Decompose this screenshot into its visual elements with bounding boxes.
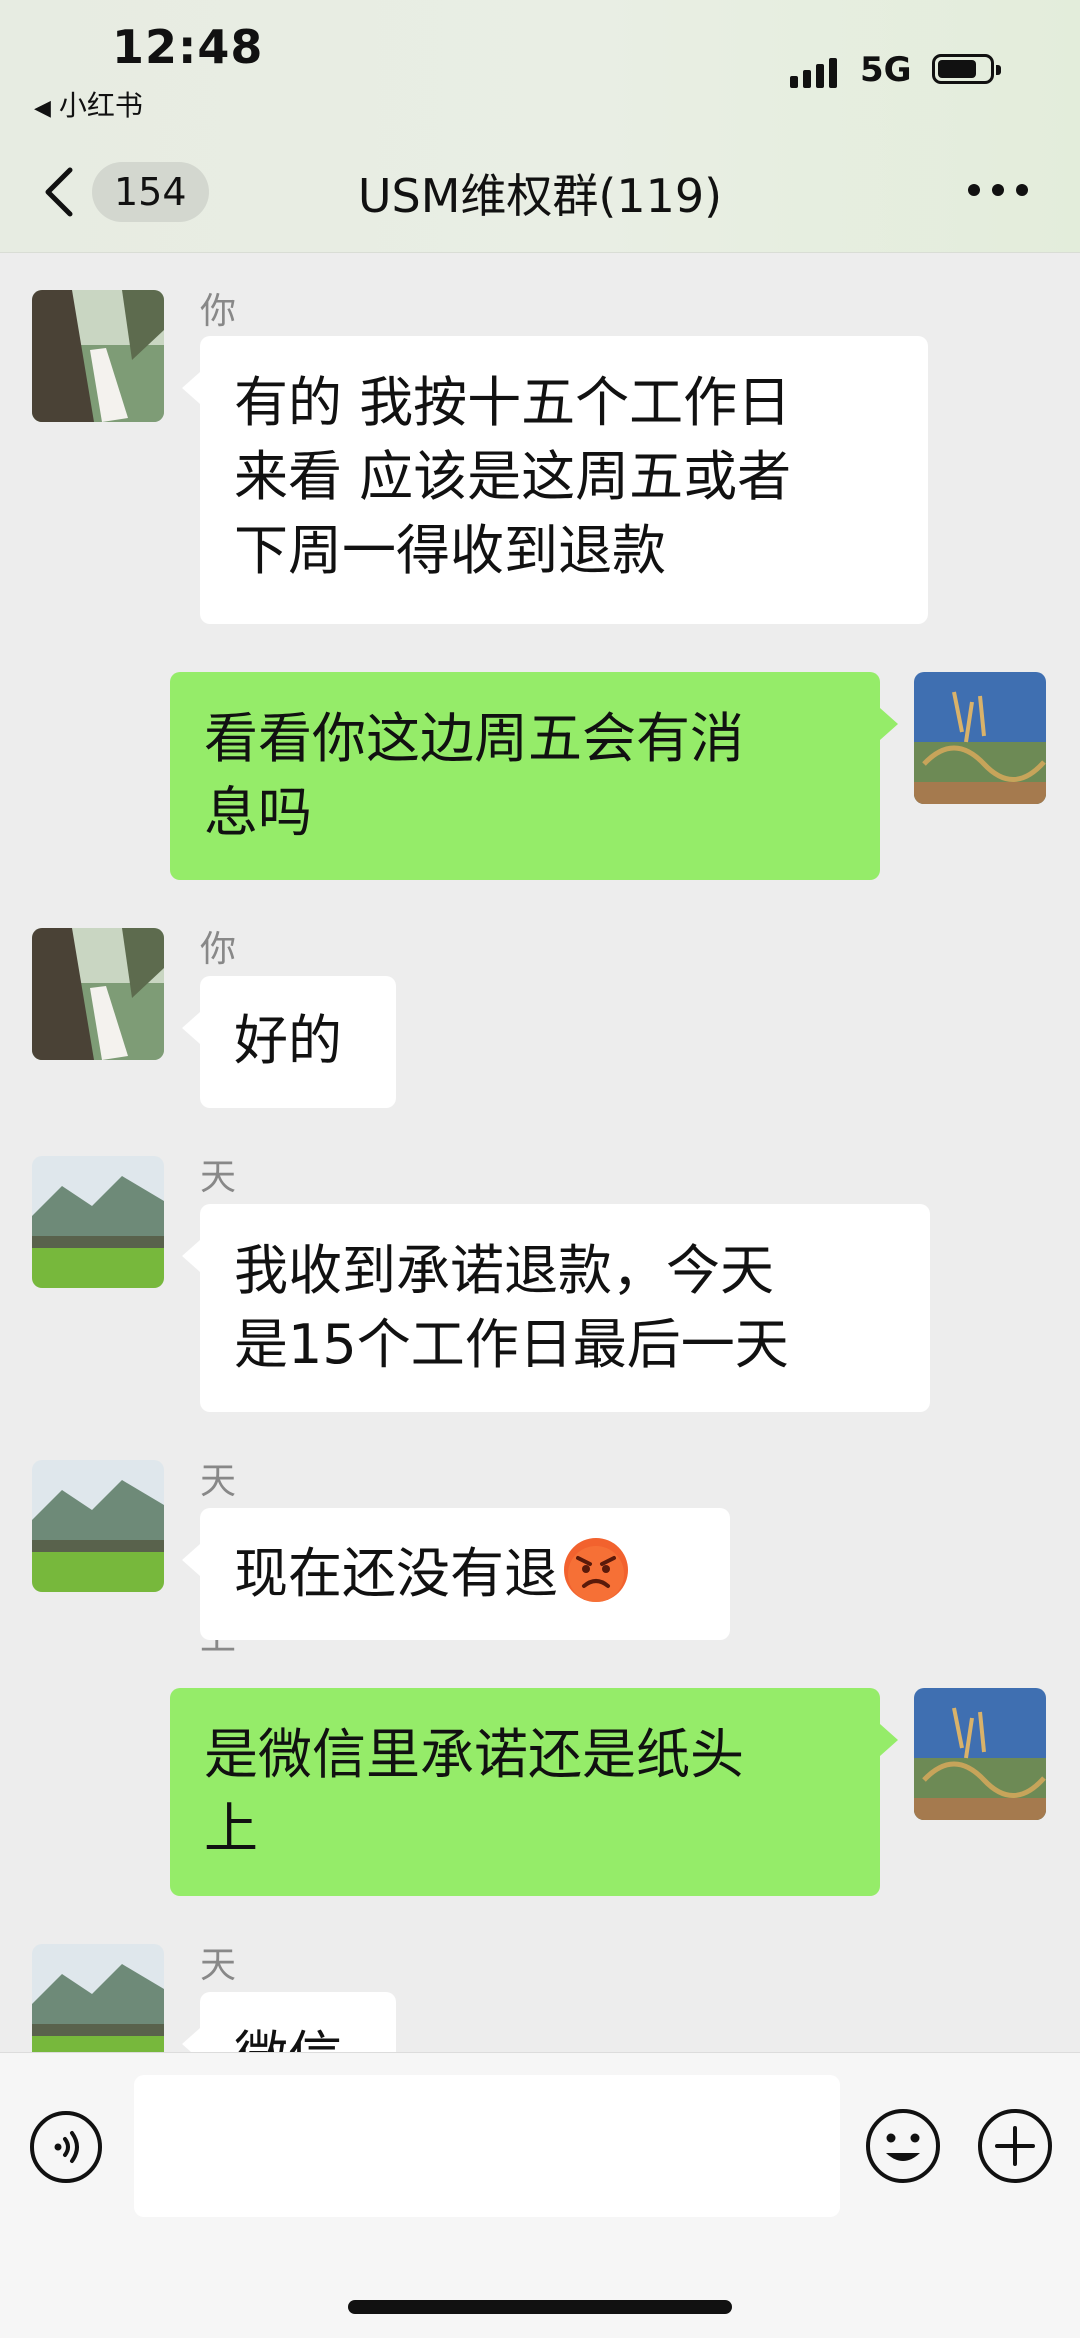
message-bubble[interactable]: 是微信里承诺还是纸头 上 (170, 1688, 898, 1896)
voice-icon[interactable] (28, 2109, 104, 2185)
message-bubble[interactable]: 好的 (182, 976, 396, 1108)
message-bubble[interactable]: 看看你这边周五会有消 息吗 (170, 672, 898, 880)
input-bar (0, 2052, 1080, 2338)
avatar-self[interactable] (914, 672, 1046, 804)
avatar-self[interactable] (914, 1688, 1046, 1820)
plus-icon[interactable] (976, 2107, 1054, 2185)
message-input[interactable] (134, 2075, 840, 2217)
angry-face-emoji (564, 1538, 628, 1602)
avatar-nihe[interactable] (32, 928, 164, 1060)
avatar-tiantianxiangshang[interactable] (32, 1156, 164, 1288)
back-to-app-link[interactable]: ◀ 小红书 (34, 84, 143, 124)
network-type: 5G (860, 50, 912, 90)
back-app-label: 小红书 (58, 89, 143, 122)
home-indicator (348, 2300, 732, 2314)
status-time: 12:48 (112, 20, 264, 74)
battery-icon (932, 54, 1001, 84)
message-bubble[interactable]: 有的 我按十五个工作日 来看 应该是这周五或者 下周一得收到退款 (182, 336, 928, 624)
avatar-tiantianxiangshang[interactable] (32, 1460, 164, 1592)
more-icon[interactable] (968, 184, 1028, 200)
avatar-nihe[interactable] (32, 290, 164, 422)
message-bubble[interactable]: 现在还没有退 (182, 1508, 730, 1640)
message-bubble[interactable]: 我收到承诺退款，今天 是15个工作日最后一天 (182, 1204, 930, 1412)
back-triangle-icon: ◀ (34, 96, 51, 121)
signal-icon (790, 58, 837, 88)
chat-title: USM维权群(119) (357, 169, 723, 223)
top-bar: 12:48 ◀ 小红书 5G 154 USM维权群(119) (0, 0, 1080, 253)
message-text: 现在还没有退 (234, 1542, 558, 1605)
emoji-icon[interactable] (864, 2107, 942, 2185)
